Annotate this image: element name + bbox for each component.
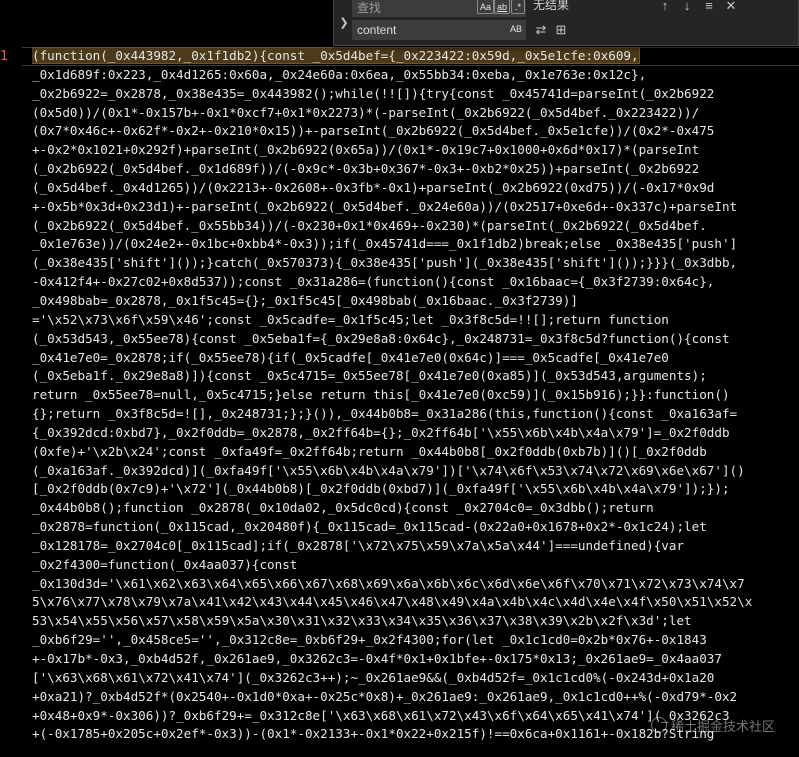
code-line: (_0x5eba1f._0x29e8a8)]){const _0x5c4715=…: [32, 368, 707, 384]
code-line: 53\x54\x55\x56\x57\x58\x59\x5a\x30\x31\x…: [32, 613, 692, 629]
watermark: 稀土掘金技术社区: [651, 716, 775, 735]
preserve-case-toggle[interactable]: AB: [508, 22, 524, 37]
replace-input[interactable]: [357, 21, 467, 39]
find-field[interactable]: Aa ab .*: [352, 0, 526, 17]
code-line: (_0xa163af._0x392dcd)](_0xfa49f['\x55\x6…: [32, 462, 745, 478]
code-line: (_0x53d543,_0x55ee78){const _0x5eba1f={_…: [32, 330, 730, 346]
code-line: +0x48+0x9*-0x306))?_0xb6f29+=_0x312c8e['…: [32, 707, 730, 723]
code-line: _0x128178=_0x2704c0[_0x115cad];if(_0x287…: [32, 537, 685, 553]
code-line: (0x7*0x46c+-0x62f*-0x2+-0x210*0x15))+-pa…: [32, 123, 715, 139]
match-case-toggle[interactable]: Aa: [477, 0, 495, 14]
find-input[interactable]: [357, 0, 467, 16]
code-line: _0x130d3d='\x61\x62\x63\x64\x65\x66\x67\…: [32, 575, 745, 591]
code-line: _0x2f4300=function(_0x4aa037){const: [32, 556, 298, 572]
code-line: -0x412f4+-0x27c02+0x8d537));const _0x31a…: [32, 274, 715, 290]
code-line: {_0x392dcd:0xbd7},_0x2f0ddb=_0x2878,_0x2…: [32, 424, 730, 440]
code-content[interactable]: (function(_0x443982,_0x1f1db2){const _0x…: [32, 47, 797, 757]
line-number: 1: [0, 49, 8, 64]
arrow-down-icon[interactable]: ↓: [679, 0, 695, 14]
code-line: (_0x2b6922(_0x5d4bef._0x55bb34))/(-0x230…: [32, 217, 707, 233]
code-line: _0x1e763e))/(0x24e2+-0x1bc+0xbb4*-0x3));…: [32, 236, 738, 252]
close-icon[interactable]: ✕: [723, 0, 739, 14]
code-line: +-0x2*0x1021+0x292f)+parseInt(_0x2b6922(…: [32, 142, 700, 158]
code-editor[interactable]: 1 (function(_0x443982,_0x1f1db2){const _…: [0, 0, 799, 757]
juejin-logo-icon: [651, 717, 667, 733]
code-line: (0xfe)+'\x2b\x24';const _0xfa49f=_0x2ff6…: [32, 443, 707, 459]
code-line: +0xa21)?_0xb4d52f*(0x2540+-0x1d0*0xa+-0x…: [32, 688, 738, 704]
regex-toggle[interactable]: .*: [511, 0, 525, 14]
code-line: {};return _0x3f8c5d=![],_0x248731;};}())…: [32, 406, 738, 422]
code-line: (_0x5d4bef._0x4d1265))/(0x2213+-0x2608+-…: [32, 179, 715, 195]
code-line: +-0x17b*-0x3,_0xb4d52f,_0x261ae9,_0x3262…: [32, 651, 722, 666]
code-line: +-0x5b*0x3d+0x23d1)+-parseInt(_0x2b6922(…: [32, 198, 738, 214]
replace-field[interactable]: AB: [352, 20, 526, 40]
code-line: (0x5d0))/(0x1*-0x157b+-0x1*0xcf7+0x1*0x2…: [32, 104, 700, 120]
code-line: [_0x2f0ddb(0x7c9)+'\x72'](_0x44b0b8)[_0x…: [32, 481, 730, 497]
arrow-up-icon[interactable]: ↑: [657, 0, 673, 14]
code-line: 5\x76\x77\x78\x79\x7a\x41\x42\x43\x44\x4…: [32, 594, 753, 610]
code-line: ='\x52\x73\x6f\x59\x46';const _0x5cadfe=…: [32, 311, 669, 327]
replace-one-icon[interactable]: ⇄: [533, 22, 549, 38]
code-line: _0xb6f29='',_0x458ce5='',_0x312c8e=_0xb6…: [32, 632, 707, 648]
replace-all-icon[interactable]: ⊞: [553, 22, 569, 38]
code-line: _0x1d689f:0x223,_0x4d1265:0x60a,_0x24e60…: [32, 66, 647, 82]
code-line: (_0x38e435['shift']());}catch(_0x570373)…: [32, 255, 738, 271]
menu-lines-icon[interactable]: ≡: [701, 0, 717, 14]
code-line: _0x44b0b8();function _0x2878(_0x10da02,_…: [32, 500, 654, 516]
code-line: _0x498bab=_0x2878,_0x1f5c45={};_0x1f5c45…: [32, 292, 578, 308]
code-line-highlighted: (function(_0x443982,_0x1f1db2){const _0x…: [32, 47, 640, 64]
code-line: +(-0x1785+0x205c+0x2ef*-0x3))-(0x1*-0x21…: [32, 726, 715, 742]
code-line: _0x41e7e0=_0x2878;if(_0x55ee78){if(_0x5c…: [32, 349, 669, 365]
code-line: ['\x63\x68\x61\x72\x41\x74'](_0x3262c3++…: [32, 669, 715, 685]
code-line: _0x2b6922=_0x2878,_0x38e435=_0x443982();…: [32, 85, 715, 101]
whole-word-toggle[interactable]: ab: [494, 0, 511, 14]
find-replace-widget: ❯ Aa ab .* 无结果 ↑ ↓ ≡ ✕ AB ⇄ ⊞: [333, 0, 799, 46]
no-results-label: 无结果: [533, 0, 570, 12]
code-line: (_0x2b6922(_0x5d4bef._0x1d689f))/(-0x9c*…: [32, 161, 700, 177]
code-line: _0x2878=function(_0x115cad,_0x20480f){_0…: [32, 519, 707, 535]
toggle-replace-icon[interactable]: ❯: [338, 0, 350, 38]
code-line: return _0x55ee78=null,_0x5c4715;}else re…: [32, 387, 730, 403]
